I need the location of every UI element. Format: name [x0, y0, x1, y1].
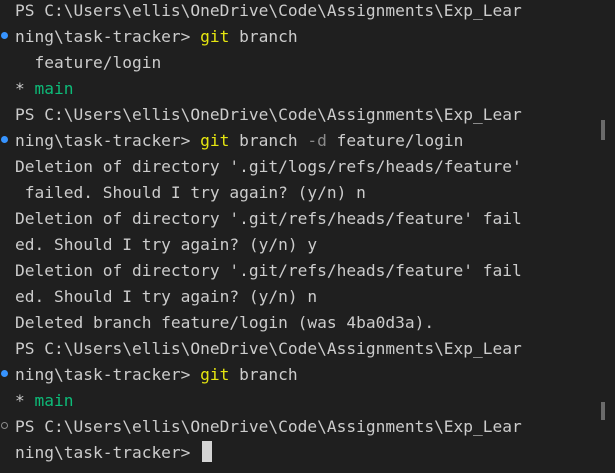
scrollbar-marker: [601, 120, 605, 140]
output-line: failed. Should I try again? (y/n) n: [15, 183, 366, 202]
command-success-decoration-icon[interactable]: [1, 136, 8, 143]
prompt-command-line: ning\task-tracker> git branch -d feature…: [15, 128, 463, 154]
command-success-decoration-icon[interactable]: [1, 370, 8, 377]
prompt-path: ning\task-tracker>: [15, 131, 201, 150]
output-line: * main: [15, 388, 73, 414]
prompt-line: PS C:\Users\ellis\OneDrive\Code\Assignme…: [15, 1, 522, 20]
prompt-path: ning\task-tracker>: [15, 443, 201, 462]
output-line: feature/login: [15, 53, 162, 72]
vertical-scrollbar[interactable]: [601, 0, 615, 473]
output-line: ed. Should I try again? (y/n) y: [15, 235, 318, 254]
output-line: * main: [15, 76, 73, 102]
output-line: Deletion of directory '.git/refs/heads/f…: [15, 261, 522, 280]
output-line: Deletion of directory '.git/logs/refs/he…: [15, 157, 522, 176]
command-args: branch: [229, 365, 298, 384]
output-line: Deleted branch feature/login (was 4ba0d3…: [15, 313, 435, 332]
current-branch-marker: *: [15, 391, 35, 410]
command-success-decoration-icon[interactable]: [1, 32, 8, 39]
terminal-panel[interactable]: PS C:\Users\ellis\OneDrive\Code\Assignme…: [0, 0, 615, 473]
current-branch-name: main: [34, 391, 74, 410]
prompt-path: ning\task-tracker>: [15, 365, 201, 384]
prompt-line: PS C:\Users\ellis\OneDrive\Code\Assignme…: [15, 417, 522, 436]
current-branch-name: main: [34, 79, 74, 98]
prompt-command-line: ning\task-tracker> git branch: [15, 362, 298, 388]
prompt-command-line: ning\task-tracker> git branch: [15, 24, 298, 50]
command-name: git: [200, 27, 230, 46]
command-pending-decoration-icon[interactable]: [1, 422, 8, 429]
scrollbar-marker: [601, 402, 605, 420]
command-flag: -d: [307, 131, 327, 150]
command-name: git: [200, 131, 230, 150]
output-line: ed. Should I try again? (y/n) n: [15, 287, 318, 306]
current-branch-marker: *: [15, 79, 35, 98]
prompt-line: PS C:\Users\ellis\OneDrive\Code\Assignme…: [15, 339, 522, 358]
command-name: git: [200, 365, 230, 384]
text-cursor: [202, 441, 213, 462]
active-prompt-line[interactable]: ning\task-tracker>: [15, 440, 213, 466]
prompt-path: ning\task-tracker>: [15, 27, 201, 46]
command-args: feature/login: [326, 131, 464, 150]
command-args: branch: [229, 27, 298, 46]
prompt-line: PS C:\Users\ellis\OneDrive\Code\Assignme…: [15, 105, 522, 124]
command-args: branch: [229, 131, 308, 150]
output-line: Deletion of directory '.git/refs/heads/f…: [15, 209, 522, 228]
